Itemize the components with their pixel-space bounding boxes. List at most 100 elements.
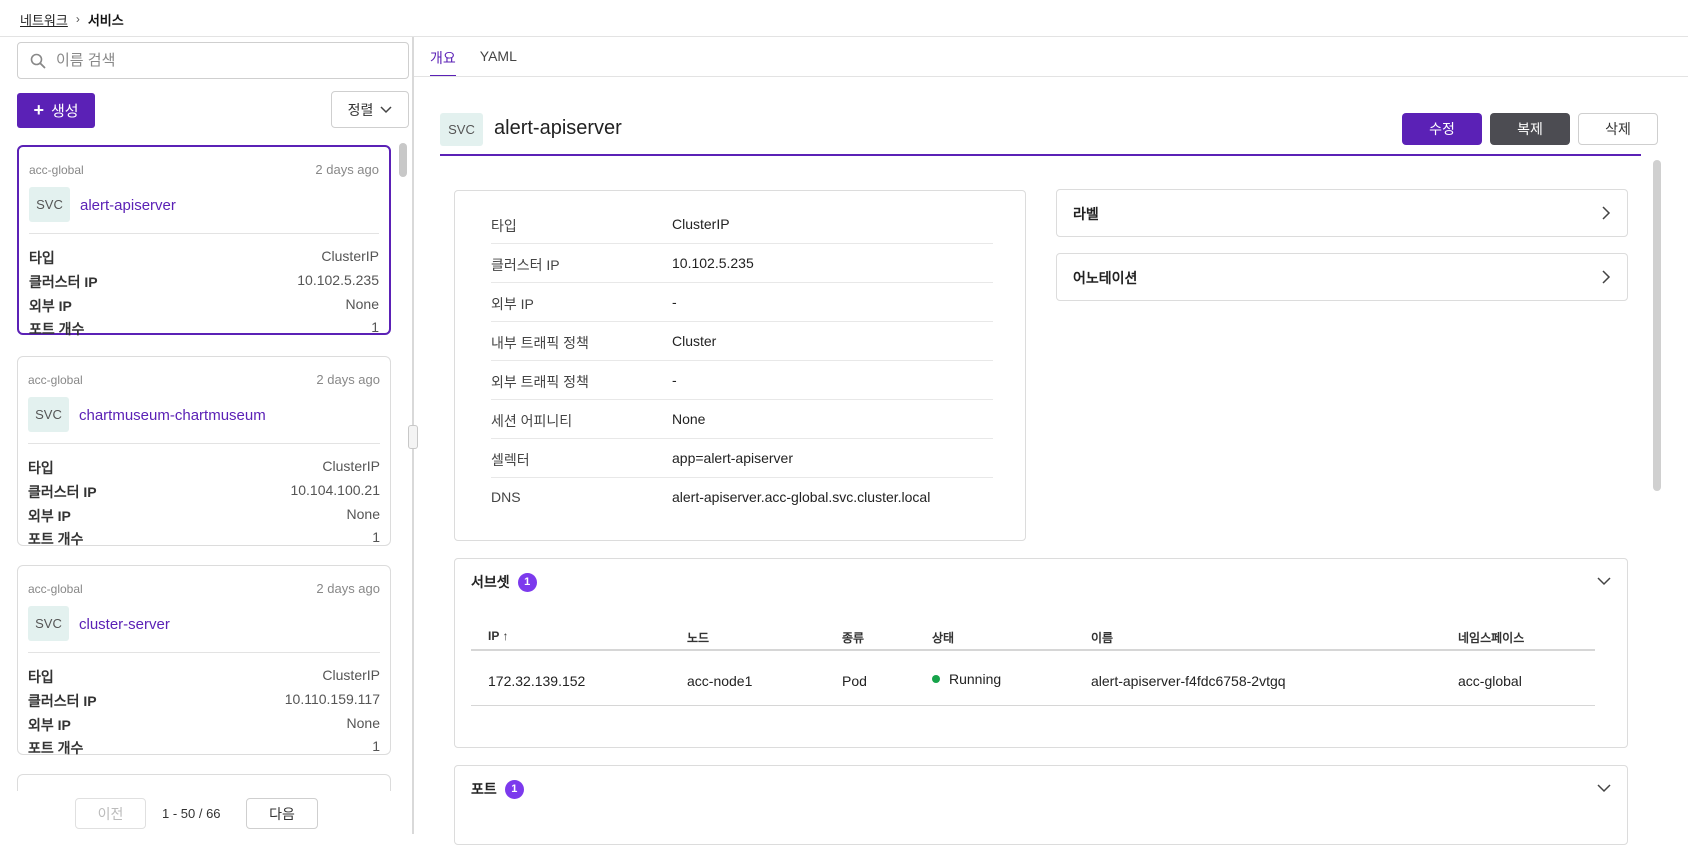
- ports-title-label: 포트: [471, 781, 497, 797]
- cell-kind: Pod: [842, 673, 867, 689]
- info-value: Cluster: [672, 333, 717, 349]
- prop-value: 1: [372, 529, 380, 545]
- card-prop-external-ip: 외부 IP None: [28, 506, 380, 526]
- prev-page-button[interactable]: 이전: [75, 798, 146, 829]
- info-row-type: 타입 ClusterIP: [491, 205, 993, 244]
- tabs-divider: [414, 76, 1688, 77]
- info-key: 외부 IP: [491, 296, 534, 312]
- prop-key: 포트 개수: [29, 321, 85, 337]
- annotations-expander[interactable]: 어노테이션: [1056, 253, 1628, 301]
- tab-yaml[interactable]: YAML: [480, 37, 517, 77]
- create-button[interactable]: + 생성: [17, 93, 95, 128]
- chevron-right-icon: [1602, 206, 1611, 220]
- header-underline: [440, 154, 1641, 156]
- svc-badge: SVC: [28, 606, 69, 641]
- ports-title: 포트 1: [471, 779, 524, 799]
- tab-overview[interactable]: 개요: [430, 37, 456, 77]
- info-key: 외부 트래픽 정책: [491, 374, 589, 390]
- info-value: -: [672, 372, 677, 388]
- card-prop-external-ip: 외부 IP None: [29, 296, 379, 316]
- info-row-internal-traffic-policy: 내부 트래픽 정책 Cluster: [491, 322, 993, 361]
- chevron-right-icon: ›: [75, 12, 80, 26]
- annotations-title: 어노테이션: [1073, 270, 1138, 286]
- edit-button[interactable]: 수정: [1402, 113, 1482, 145]
- service-card[interactable]: acc-global 2 days ago SVC cluster-server…: [17, 565, 391, 758]
- prop-value: None: [345, 296, 379, 312]
- prop-key: 클러스터 IP: [28, 484, 97, 500]
- service-card[interactable]: acc-global 2 days ago SVC chartmuseum-ch…: [17, 356, 391, 547]
- status-dot-icon: [932, 675, 940, 683]
- info-row-session-affinity: 세션 어피니티 None: [491, 400, 993, 439]
- detail-scrollbar[interactable]: [1653, 160, 1661, 491]
- plus-icon: +: [33, 100, 44, 120]
- column-header-kind[interactable]: 종류: [842, 629, 864, 646]
- prop-value: 1: [372, 738, 380, 754]
- svc-badge: SVC: [28, 397, 69, 432]
- chevron-down-icon: [380, 105, 392, 113]
- column-header-name[interactable]: 이름: [1091, 629, 1113, 646]
- cell-namespace: acc-global: [1458, 673, 1522, 689]
- breadcrumb-current: 서비스: [87, 12, 124, 28]
- column-header-label: IP: [488, 629, 500, 643]
- sort-button[interactable]: 정렬: [331, 91, 409, 128]
- card-prop-port-count: 포트 개수 1: [28, 738, 380, 758]
- column-header-namespace[interactable]: 네임스페이스: [1458, 629, 1524, 646]
- svc-badge: SVC: [440, 113, 483, 146]
- info-key: 타입: [491, 218, 517, 234]
- info-key: 내부 트래픽 정책: [491, 335, 589, 351]
- labels-expander[interactable]: 라벨: [1056, 189, 1628, 237]
- card-prop-type: 타입 ClusterIP: [28, 458, 380, 478]
- info-row-selector: 셀렉터 app=alert-apiserver: [491, 439, 993, 478]
- info-row-external-traffic-policy: 외부 트래픽 정책 -: [491, 361, 993, 400]
- subset-title: 서브셋 1: [471, 572, 537, 592]
- arrow-up-icon: ↑: [502, 629, 509, 643]
- prop-key: 타입: [28, 669, 54, 685]
- subset-title-label: 서브셋: [471, 574, 510, 590]
- prop-value: None: [346, 715, 380, 731]
- breadcrumb-network-link[interactable]: 네트워크: [20, 10, 68, 29]
- prop-value: 10.102.5.235: [297, 272, 379, 288]
- info-value: ClusterIP: [672, 216, 730, 232]
- card-service-name[interactable]: chartmuseum-chartmuseum: [79, 407, 266, 424]
- column-header-status[interactable]: 상태: [932, 629, 954, 646]
- next-page-button[interactable]: 다음: [246, 798, 318, 829]
- info-value: None: [672, 411, 706, 427]
- search-icon: [30, 53, 46, 68]
- card-divider: [29, 233, 379, 234]
- card-prop-type: 타입 ClusterIP: [28, 667, 380, 687]
- service-card-list: acc-global 2 days ago SVC alert-apiserve…: [0, 143, 405, 791]
- info-row-dns: DNS alert-apiserver.acc-global.svc.cluste…: [491, 478, 993, 517]
- ports-section: 포트 1: [454, 765, 1628, 845]
- info-value: app=alert-apiserver: [672, 450, 794, 466]
- sort-button-label: 정렬: [347, 101, 374, 118]
- prop-key: 포트 개수: [28, 531, 84, 547]
- prop-value: 1: [371, 319, 379, 335]
- chevron-down-icon[interactable]: [1597, 577, 1611, 586]
- prop-key: 타입: [29, 250, 55, 266]
- subset-count-badge: 1: [517, 572, 537, 592]
- cell-ip: 172.32.139.152: [488, 673, 586, 689]
- cell-status: Running: [932, 671, 1001, 687]
- search-box[interactable]: [17, 42, 409, 79]
- list-scrollbar[interactable]: [399, 143, 407, 177]
- chevron-down-icon[interactable]: [1597, 784, 1611, 793]
- panel-resize-handle[interactable]: [408, 425, 418, 449]
- clone-button[interactable]: 복제: [1490, 113, 1570, 145]
- service-card[interactable]: acc-global 2 days ago SVC alert-apiserve…: [17, 145, 391, 337]
- card-service-name[interactable]: alert-apiserver: [80, 197, 176, 214]
- card-age: 2 days ago: [316, 372, 380, 387]
- prop-key: 외부 IP: [28, 508, 71, 524]
- column-header-node[interactable]: 노드: [687, 629, 709, 646]
- column-header-ip[interactable]: IP ↑: [488, 629, 508, 643]
- prop-value: ClusterIP: [321, 248, 379, 264]
- prop-value: 10.110.159.117: [284, 691, 380, 707]
- svc-badge: SVC: [29, 187, 70, 222]
- card-prop-type: 타입 ClusterIP: [29, 248, 379, 268]
- search-input[interactable]: [56, 52, 376, 69]
- delete-button[interactable]: 삭제: [1578, 113, 1658, 145]
- card-prop-cluster-ip: 클러스터 IP 10.102.5.235: [29, 272, 379, 292]
- prop-value: ClusterIP: [322, 667, 380, 683]
- card-service-name[interactable]: cluster-server: [79, 616, 170, 633]
- service-card-partial[interactable]: [17, 774, 391, 791]
- status-label: Running: [949, 671, 1002, 687]
